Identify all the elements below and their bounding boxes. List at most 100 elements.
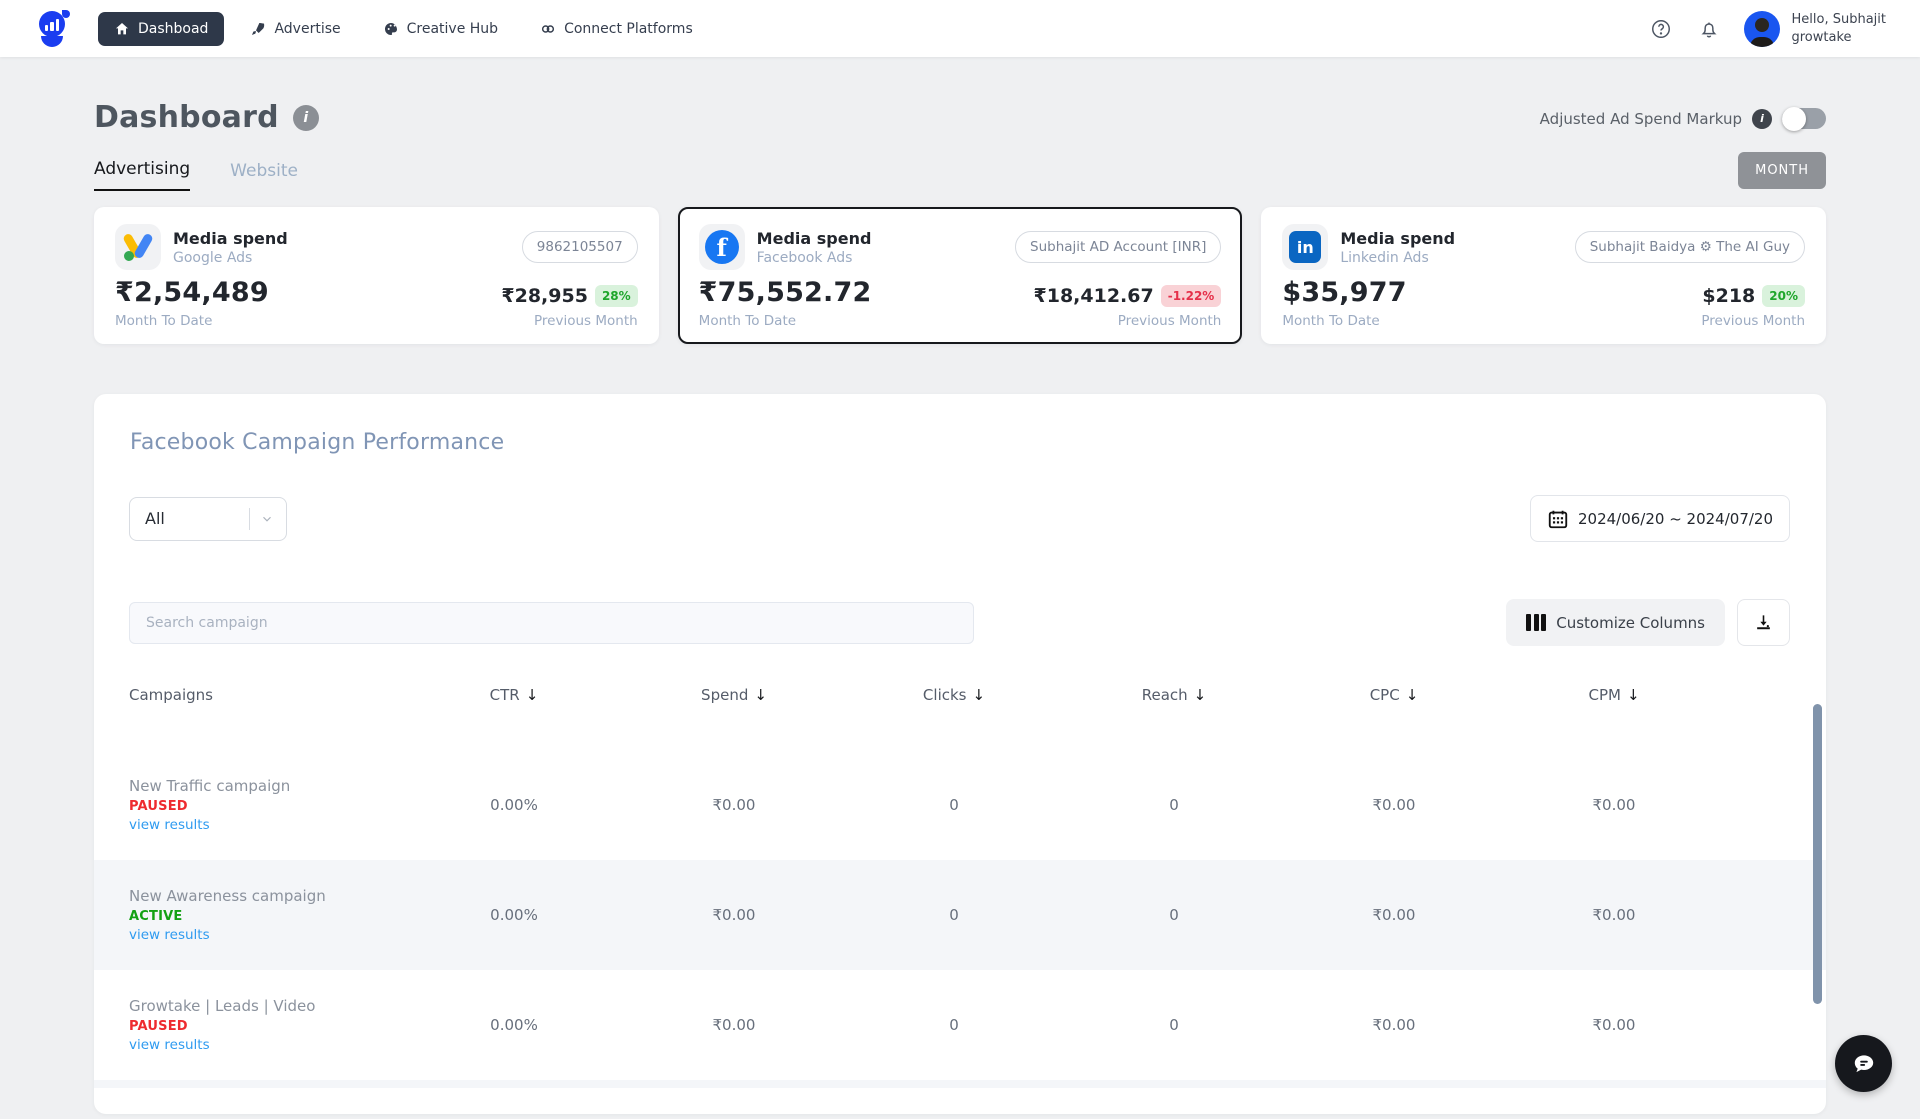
spend-value: ₹0.00 [624,1016,844,1034]
cpc-value: ₹0.00 [1284,1016,1504,1034]
mtd-label: Month To Date [1282,313,1406,329]
table-row: Growtake | Leads | Video PAUSED view res… [94,970,1826,1080]
markup-info-icon[interactable]: i [1752,109,1772,129]
prev-value: $218 [1702,285,1755,307]
campaign-name: New Awareness campaign [129,887,404,905]
rocket-icon [250,21,266,37]
ctr-value: 0.00% [404,1016,624,1034]
facebook-account-pill[interactable]: Subhajit AD Account [INR] [1015,231,1221,263]
change-badge: -1.22% [1161,285,1222,307]
facebook-icon: f [699,224,745,270]
linkedin-icon: in [1282,224,1328,270]
prev-value: ₹18,412.67 [1034,285,1154,307]
nav-item-label: Creative Hub [407,21,498,37]
col-campaigns: Campaigns [129,686,404,704]
nav-item-label: Advertise [274,21,340,37]
greeting-line2: growtake [1792,29,1887,47]
adjusted-markup-toggle[interactable] [1782,108,1826,129]
mtd-value: ₹2,54,489 [115,277,269,308]
card-title: Media spend [173,229,288,248]
tab-advertising[interactable]: Advertising [94,159,190,191]
mtd-value: $35,977 [1282,277,1406,308]
nav-item-dashboard[interactable]: Dashboad [98,12,224,46]
link-icon [540,21,556,37]
download-button[interactable] [1737,599,1790,646]
col-cpm[interactable]: CPM↓ [1504,686,1724,704]
user-greeting: Hello, Subhajit growtake [1792,11,1887,46]
columns-icon [1526,614,1546,631]
notifications-button[interactable] [1696,16,1722,42]
clicks-value: 0 [844,796,1064,814]
page-content: Dashboard i Adjusted Ad Spend Markup i A… [0,100,1920,1114]
card-title: Media spend [1340,229,1455,248]
card-platform: Linkedin Ads [1340,250,1455,266]
mtd-label: Month To Date [699,313,872,329]
tab-website[interactable]: Website [230,161,298,191]
reach-value: 0 [1064,796,1284,814]
card-google-ads[interactable]: Media spend Google Ads 9862105507 ₹2,54,… [94,207,659,344]
campaign-filter-select[interactable]: All [129,497,287,541]
google-account-pill[interactable]: 9862105507 [522,231,638,263]
reach-value: 0 [1064,1016,1284,1034]
dashboard-info-icon[interactable]: i [293,105,319,131]
chat-fab-button[interactable] [1835,1035,1892,1092]
campaign-table: Campaigns CTR↓ Spend↓ Clicks↓ Reach↓ CPC… [94,686,1826,1088]
col-cpc[interactable]: CPC↓ [1284,686,1504,704]
spend-value: ₹0.00 [624,906,844,924]
page-title: Dashboard [94,100,279,135]
linkedin-account-pill[interactable]: Subhajit Baidya ⚙ The AI Guy [1575,231,1805,263]
user-avatar[interactable] [1744,11,1780,47]
period-month-button[interactable]: MONTH [1738,152,1826,189]
sort-icon[interactable]: ↓ [972,686,985,704]
chat-bubble-icon [1851,1051,1877,1077]
nav-item-advertise[interactable]: Advertise [234,12,356,46]
ctr-value: 0.00% [404,906,624,924]
card-platform: Facebook Ads [757,250,872,266]
media-spend-cards: Media spend Google Ads 9862105507 ₹2,54,… [94,207,1826,344]
campaign-name: New Traffic campaign [129,777,404,795]
reach-value: 0 [1064,906,1284,924]
tabs-row: Advertising Website MONTH [94,159,1826,191]
col-clicks[interactable]: Clicks↓ [844,686,1064,704]
adjusted-markup-label: Adjusted Ad Spend Markup [1540,110,1742,128]
sort-icon[interactable]: ↓ [1406,686,1419,704]
top-navbar: Dashboad Advertise Creative Hub Connect … [0,0,1920,57]
sort-icon[interactable]: ↓ [526,686,539,704]
download-icon [1754,613,1773,632]
customize-columns-label: Customize Columns [1556,614,1705,632]
sort-icon[interactable]: ↓ [754,686,767,704]
google-ads-icon [115,224,161,270]
clicks-value: 0 [844,906,1064,924]
mtd-label: Month To Date [115,313,269,329]
nav-item-creative-hub[interactable]: Creative Hub [367,12,514,46]
help-button[interactable] [1648,16,1674,42]
customize-columns-button[interactable]: Customize Columns [1506,599,1725,646]
view-results-link[interactable]: view results [129,817,210,833]
col-reach[interactable]: Reach↓ [1064,686,1284,704]
cpm-value: ₹0.00 [1504,906,1724,924]
cpm-value: ₹0.00 [1504,796,1724,814]
date-range-value: 2024/06/20 ~ 2024/07/20 [1578,510,1773,528]
sort-icon[interactable]: ↓ [1627,686,1640,704]
col-spend[interactable]: Spend↓ [624,686,844,704]
card-title: Media spend [757,229,872,248]
topbar-right: Hello, Subhajit growtake [1648,11,1887,47]
mtd-value: ₹75,552.72 [699,277,872,308]
card-linkedin-ads[interactable]: in Media spend Linkedin Ads Subhajit Bai… [1261,207,1826,344]
col-ctr[interactable]: CTR↓ [404,686,624,704]
panel-title: Facebook Campaign Performance [94,394,1826,455]
search-campaign-input[interactable] [129,602,974,644]
calendar-icon [1547,508,1569,530]
prev-label: Previous Month [501,313,637,329]
adjusted-markup-control: Adjusted Ad Spend Markup i [1540,108,1826,129]
view-results-link[interactable]: view results [129,1037,210,1053]
date-range-picker[interactable]: 2024/06/20 ~ 2024/07/20 [1530,495,1790,542]
table-scrollbar[interactable] [1813,704,1822,1004]
growtake-logo-icon[interactable] [38,11,68,47]
nav-item-connect-platforms[interactable]: Connect Platforms [524,12,709,46]
sort-icon[interactable]: ↓ [1194,686,1207,704]
table-header-row: Campaigns CTR↓ Spend↓ Clicks↓ Reach↓ CPC… [94,686,1826,750]
card-facebook-ads[interactable]: f Media spend Facebook Ads Subhajit AD A… [678,207,1243,344]
card-platform: Google Ads [173,250,288,266]
view-results-link[interactable]: view results [129,927,210,943]
